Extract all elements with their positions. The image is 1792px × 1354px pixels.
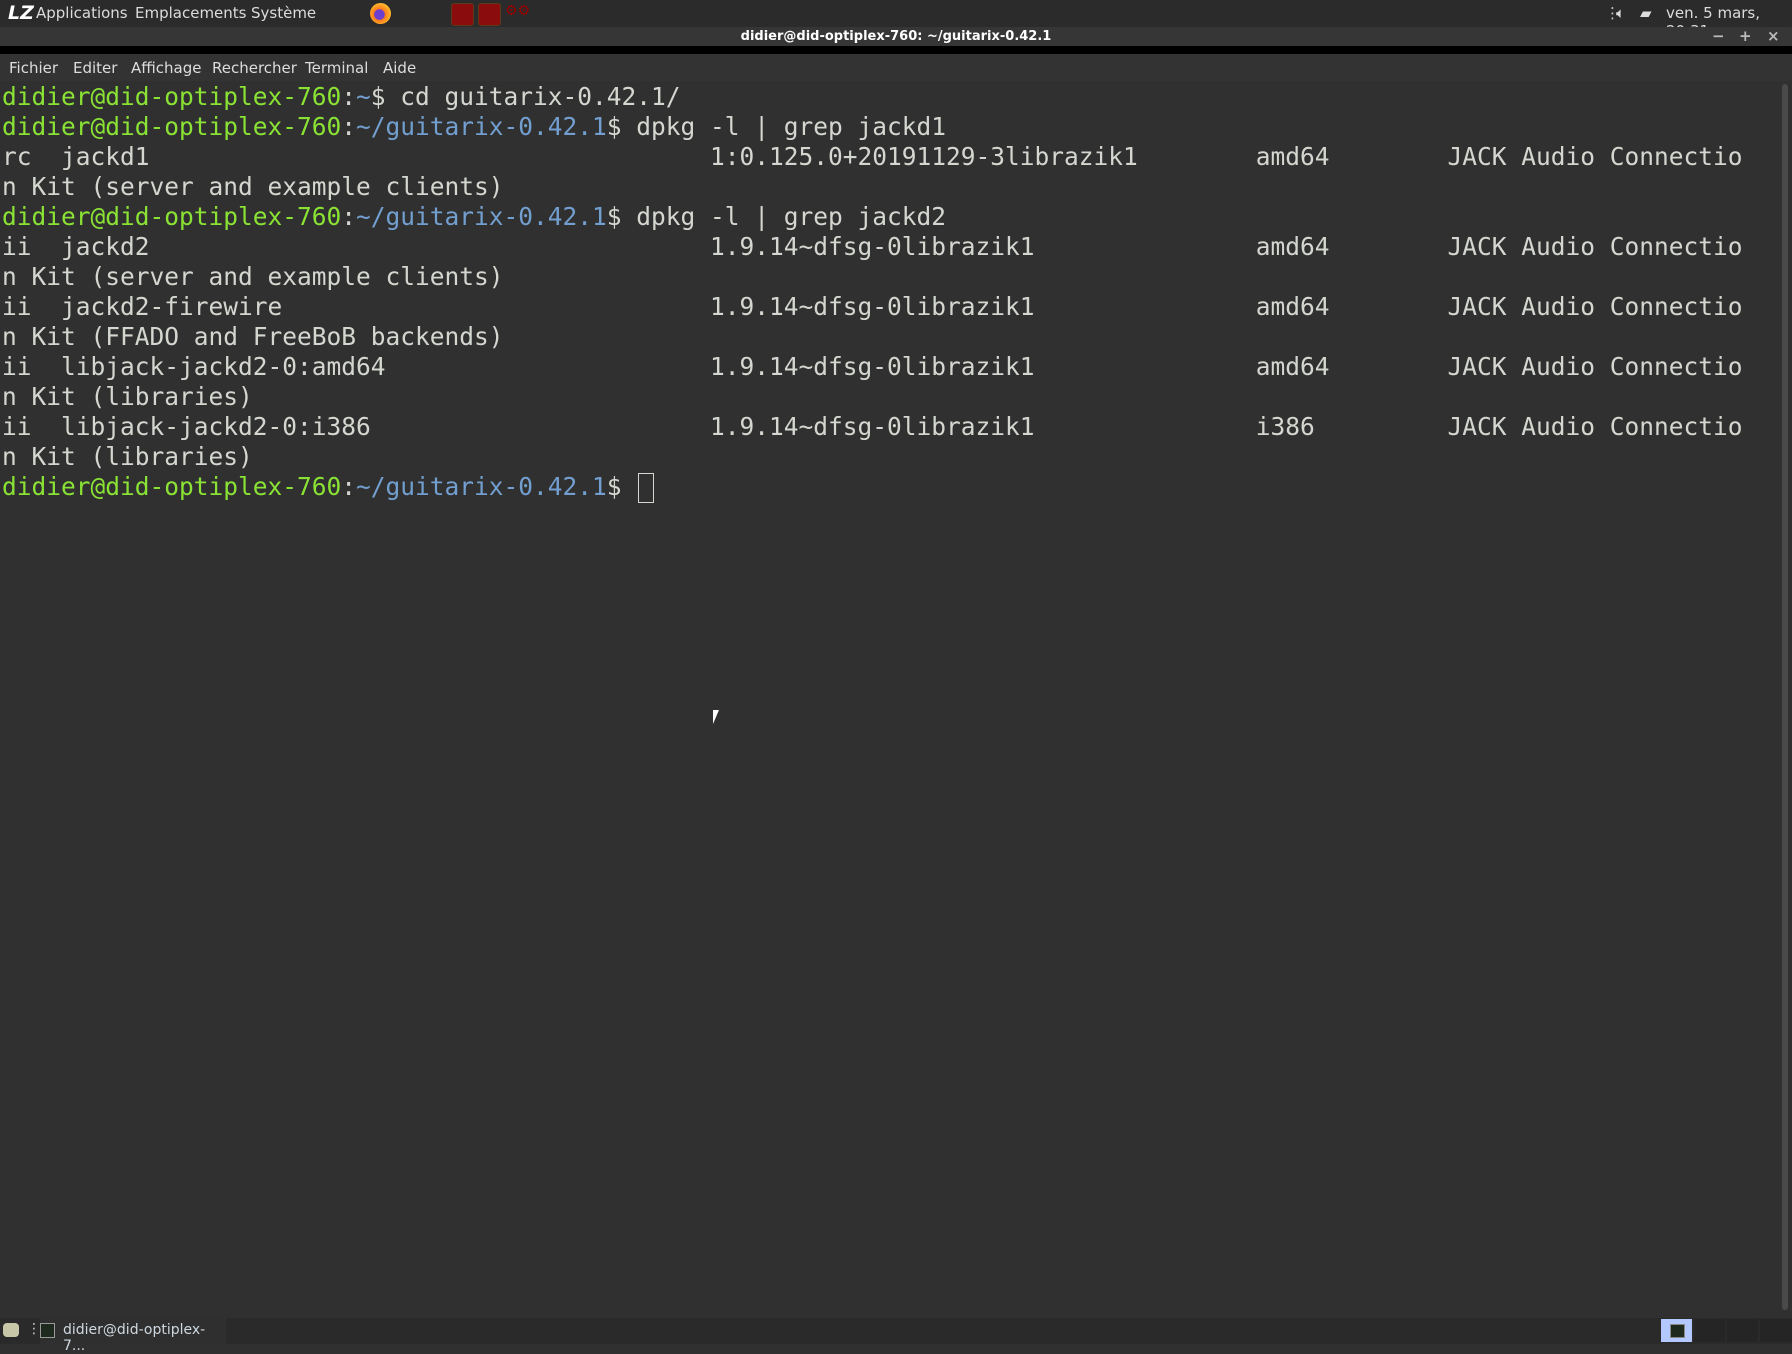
prompt-path: ~/guitarix-0.42.1 bbox=[356, 112, 607, 141]
patchbay-icon[interactable] bbox=[478, 3, 501, 26]
package-arch: amd64 bbox=[1255, 352, 1330, 381]
gears-icon[interactable]: ⚙⚙ bbox=[505, 3, 530, 24]
window-titlebar[interactable]: didier@did-optiplex-760: ~/guitarix-0.42… bbox=[0, 27, 1792, 46]
package-desc: JACK Audio Connectio bbox=[1447, 292, 1743, 321]
package-row: ii jackd2 1.9.14~dfsg-0librazik1 amd64 JACK… bbox=[2, 232, 1778, 262]
command: $ dpkg -l | grep jackd1 bbox=[606, 112, 947, 141]
package-desc-wrap: n Kit (FFADO and FreeBoB backends) bbox=[2, 322, 504, 351]
lz-logo-icon[interactable]: LZ bbox=[8, 2, 34, 24]
window-border bbox=[0, 46, 1792, 54]
package-name: ii jackd2-firewire bbox=[2, 292, 283, 321]
package-desc: JACK Audio Connectio bbox=[1447, 412, 1743, 441]
package-desc-wrap: n Kit (libraries) bbox=[2, 382, 253, 411]
command: $ dpkg -l | grep jackd2 bbox=[606, 202, 947, 231]
handle-icon: ⋮ bbox=[27, 1321, 41, 1337]
package-name: rc jackd1 bbox=[2, 142, 150, 171]
package-row: ii jackd2-firewire 1.9.14~dfsg-0librazik1… bbox=[2, 292, 1778, 322]
package-name: ii libjack-jackd2-0:i386 bbox=[2, 412, 371, 441]
prompt-user: didier@did-optiplex-760 bbox=[2, 82, 342, 111]
prompt-user: didier@did-optiplex-760 bbox=[2, 202, 342, 231]
top-panel: LZ Applications Emplacements Système ⚙⚙ … bbox=[0, 0, 1792, 40]
prompt-colon: : bbox=[341, 472, 357, 501]
show-desktop-icon[interactable] bbox=[3, 1323, 19, 1337]
package-arch: i386 bbox=[1255, 412, 1315, 441]
package-row: ii libjack-jackd2-0:i386 1.9.14~dfsg-0lib… bbox=[2, 412, 1778, 442]
taskbar-item-terminal[interactable]: didier@did-optiplex-7... bbox=[40, 1318, 226, 1354]
menu-affichage[interactable]: Affichage bbox=[131, 59, 201, 77]
package-version: 1.9.14~dfsg-0librazik1 bbox=[710, 412, 1035, 441]
prompt-colon: : bbox=[341, 82, 357, 111]
package-row: ii libjack-jackd2-0:amd64 1.9.14~dfsg-0li… bbox=[2, 352, 1778, 382]
app-launcher-icon[interactable] bbox=[451, 3, 474, 26]
firefox-icon[interactable] bbox=[370, 3, 391, 24]
minimize-button[interactable]: − bbox=[1712, 27, 1725, 46]
menu-terminal[interactable]: Terminal bbox=[305, 59, 368, 77]
package-arch: amd64 bbox=[1255, 142, 1330, 171]
menu-applications[interactable]: Applications bbox=[36, 4, 128, 22]
package-desc: JACK Audio Connectio bbox=[1447, 352, 1743, 381]
prompt-symbol: $ bbox=[606, 472, 637, 501]
package-version: 1.9.14~dfsg-0librazik1 bbox=[710, 352, 1035, 381]
package-arch: amd64 bbox=[1255, 292, 1330, 321]
package-desc: JACK Audio Connectio bbox=[1447, 142, 1743, 171]
menu-editer[interactable]: Editer bbox=[73, 59, 117, 77]
terminal-cursor bbox=[638, 473, 655, 503]
terminal-icon bbox=[40, 1323, 55, 1338]
scrollbar[interactable] bbox=[1782, 84, 1788, 1310]
taskbar: ⋮ didier@did-optiplex-7... bbox=[0, 1318, 1792, 1354]
workspace-2[interactable] bbox=[1694, 1319, 1725, 1342]
menu-emplacements[interactable]: Emplacements bbox=[135, 4, 247, 22]
menu-systeme[interactable]: Système bbox=[251, 4, 316, 22]
prompt-user: didier@did-optiplex-760 bbox=[2, 472, 342, 501]
close-button[interactable]: × bbox=[1767, 27, 1780, 46]
menu-fichier[interactable]: Fichier bbox=[9, 59, 58, 77]
terminal-output[interactable]: didier@did-optiplex-760:~$ cd guitarix-0… bbox=[2, 82, 1778, 503]
command: $ cd guitarix-0.42.1/ bbox=[370, 82, 681, 111]
menubar: Fichier Editer Affichage Rechercher Term… bbox=[0, 54, 1792, 81]
terminal-icon bbox=[1670, 1324, 1685, 1338]
prompt-path: ~/guitarix-0.42.1 bbox=[356, 472, 607, 501]
prompt-path: ~ bbox=[356, 82, 371, 111]
package-version: 1.9.14~dfsg-0librazik1 bbox=[710, 292, 1035, 321]
network-icon[interactable]: ▰ bbox=[1640, 4, 1652, 22]
prompt-line: didier@did-optiplex-760:~/guitarix-0.42.… bbox=[2, 202, 1778, 232]
maximize-button[interactable]: + bbox=[1739, 27, 1752, 46]
prompt-line: didier@did-optiplex-760:~/guitarix-0.42.… bbox=[2, 112, 1778, 142]
mouse-pointer-icon bbox=[713, 710, 719, 724]
package-version: 1:0.125.0+20191129-3librazik1 bbox=[710, 142, 1138, 171]
package-name: ii libjack-jackd2-0:amd64 bbox=[2, 352, 386, 381]
package-desc-wrap: n Kit (server and example clients) bbox=[2, 172, 504, 201]
package-arch: amd64 bbox=[1255, 232, 1330, 261]
prompt-path: ~/guitarix-0.42.1 bbox=[356, 202, 607, 231]
package-version: 1.9.14~dfsg-0librazik1 bbox=[710, 232, 1035, 261]
volume-icon[interactable]: 🔈︎ bbox=[1616, 4, 1625, 22]
workspace-4[interactable] bbox=[1760, 1319, 1792, 1342]
workspace-1[interactable] bbox=[1661, 1319, 1692, 1342]
task-label: didier@did-optiplex-7... bbox=[63, 1322, 206, 1354]
package-row: rc jackd1 1:0.125.0+20191129-3librazik1 am… bbox=[2, 142, 1778, 172]
package-desc-wrap: n Kit (server and example clients) bbox=[2, 262, 504, 291]
menu-rechercher[interactable]: Rechercher bbox=[212, 59, 297, 77]
prompt-line: didier@did-optiplex-760:~$ cd guitarix-0… bbox=[2, 82, 1778, 112]
prompt-colon: : bbox=[341, 112, 357, 141]
prompt-line: didier@did-optiplex-760:~/guitarix-0.42.… bbox=[2, 472, 1778, 503]
workspace-3[interactable] bbox=[1727, 1319, 1758, 1342]
menu-aide[interactable]: Aide bbox=[383, 59, 416, 77]
prompt-colon: : bbox=[341, 202, 357, 231]
window-title: didier@did-optiplex-760: ~/guitarix-0.42… bbox=[740, 29, 1052, 44]
prompt-user: didier@did-optiplex-760 bbox=[2, 112, 342, 141]
package-desc-wrap: n Kit (libraries) bbox=[2, 442, 253, 471]
package-desc: JACK Audio Connectio bbox=[1447, 232, 1743, 261]
package-name: ii jackd2 bbox=[2, 232, 150, 261]
